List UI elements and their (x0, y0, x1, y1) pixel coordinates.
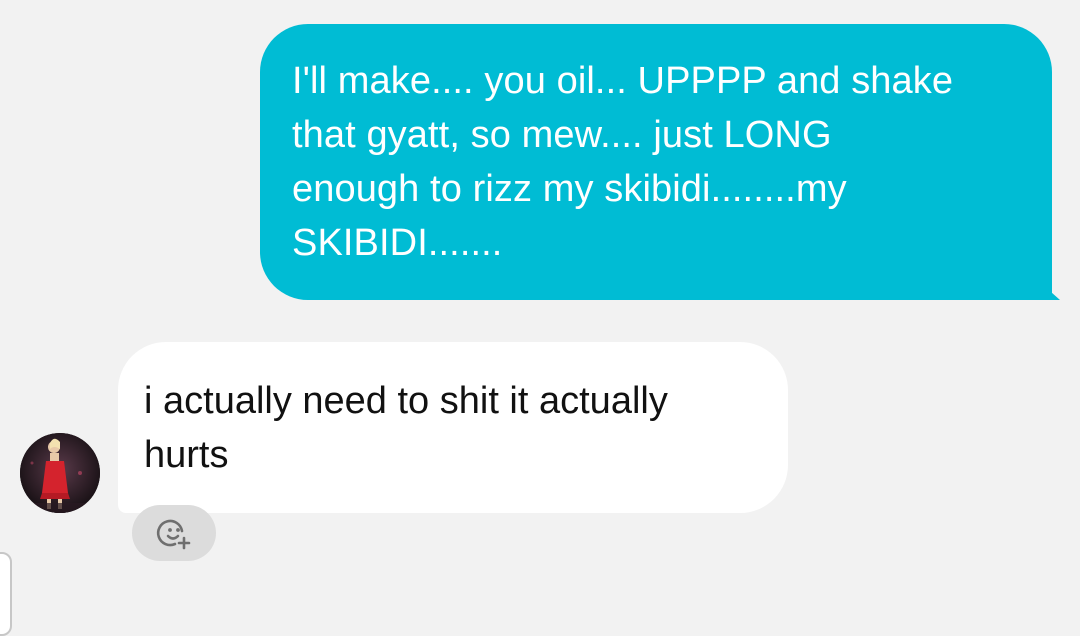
edge-handle[interactable] (0, 552, 12, 636)
avatar-image (20, 433, 100, 513)
sent-message-bubble[interactable]: I'll make.... you oil... UPPPP and shake… (260, 24, 1060, 300)
received-message-bubble[interactable]: i actually need to shit it actually hurt… (118, 342, 788, 513)
add-reaction-icon (156, 519, 191, 550)
add-reaction-button[interactable] (132, 505, 216, 561)
received-message-text: i actually need to shit it actually hurt… (144, 380, 668, 476)
sent-message-text: I'll make.... you oil... UPPPP and shake… (292, 60, 954, 264)
sent-message-tail (1042, 284, 1060, 300)
contact-avatar[interactable] (20, 433, 100, 513)
